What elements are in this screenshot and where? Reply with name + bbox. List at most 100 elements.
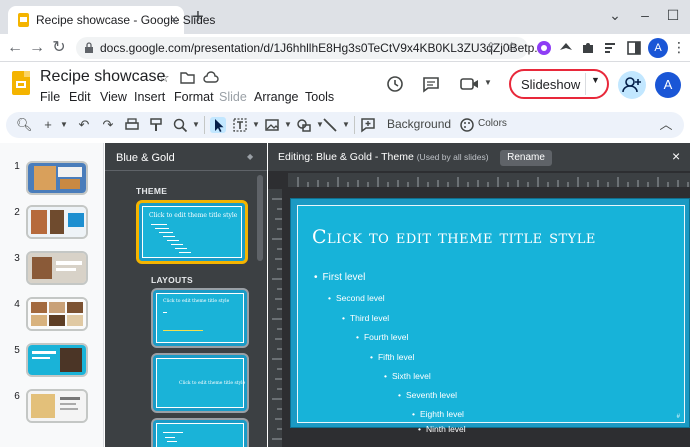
- share-page-icon[interactable]: ⇪: [486, 40, 496, 54]
- zoom-caret-icon[interactable]: ▼: [188, 117, 204, 133]
- toolbar-divider: [204, 116, 205, 134]
- chevron-down-icon[interactable]: ⌄: [600, 0, 630, 30]
- menu-slide[interactable]: Slide: [219, 90, 247, 104]
- extensions-puzzle-icon[interactable]: [580, 40, 596, 56]
- slide-thumbnail[interactable]: [26, 343, 88, 377]
- zoom-icon[interactable]: [172, 117, 188, 133]
- paint-format-icon[interactable]: [148, 117, 164, 133]
- extension-bird-icon[interactable]: [558, 40, 574, 56]
- editing-toolbar: 🔍︎ + ▼ ↶ ↷ ▼ ▼ ▼ ▼ ▼ Background Colors ︿: [6, 112, 684, 138]
- slide-canvas[interactable]: Click to edit theme title style First le…: [290, 198, 690, 428]
- forward-arrow-icon[interactable]: →: [28, 39, 46, 57]
- body-level-8[interactable]: Eighth level: [412, 409, 464, 419]
- close-icon[interactable]: ×: [672, 148, 680, 164]
- move-folder-icon[interactable]: [180, 71, 195, 84]
- collapse-toolbar-icon[interactable]: ︿: [658, 117, 674, 133]
- account-avatar[interactable]: A: [655, 72, 681, 98]
- bookmark-star-icon[interactable]: ☆: [506, 39, 518, 55]
- url-bar[interactable]: docs.google.com/presentation/d/1J6hhllhE…: [76, 37, 544, 59]
- body-level-3[interactable]: Third level: [342, 313, 389, 323]
- media-control-icon[interactable]: [602, 40, 618, 56]
- body-level-5[interactable]: Fifth level: [370, 352, 414, 362]
- body-level-7[interactable]: Seventh level: [398, 390, 457, 400]
- body-level-2[interactable]: Second level: [328, 293, 385, 303]
- text-box-caret-icon[interactable]: ▼: [248, 117, 264, 133]
- tab-close-icon[interactable]: ×: [166, 11, 182, 27]
- body-level-6[interactable]: Sixth level: [384, 371, 431, 381]
- editor-header: Editing: Blue & Gold - Theme (Used by al…: [268, 143, 690, 171]
- undo-icon[interactable]: ↶: [76, 117, 92, 133]
- reload-icon[interactable]: ↻: [50, 39, 68, 57]
- slide-number: 1: [14, 161, 20, 172]
- add-comment-icon[interactable]: [360, 117, 376, 133]
- menu-tools[interactable]: Tools: [305, 90, 334, 104]
- star-icon[interactable]: ☆: [158, 70, 170, 86]
- slides-logo-icon[interactable]: [12, 71, 30, 95]
- select-cursor-icon[interactable]: [210, 117, 226, 133]
- redo-icon[interactable]: ↷: [100, 117, 116, 133]
- menu-view[interactable]: View: [100, 90, 127, 104]
- layout-thumbnail[interactable]: Click to edit theme title style: [151, 288, 249, 348]
- theme-panel-header[interactable]: Blue & Gold ◆: [105, 143, 267, 171]
- layout-thumbnail[interactable]: [151, 418, 249, 447]
- maximize-icon[interactable]: ☐: [658, 0, 688, 30]
- slide-number-placeholder: #: [676, 414, 680, 420]
- menu-edit[interactable]: Edit: [69, 90, 91, 104]
- menu-arrange[interactable]: Arrange: [254, 90, 298, 104]
- new-slide-caret-icon[interactable]: ▼: [56, 117, 72, 133]
- image-caret-icon[interactable]: ▼: [280, 117, 296, 133]
- cloud-status-icon[interactable]: [203, 71, 219, 83]
- menu-file[interactable]: File: [40, 90, 60, 104]
- layout-thumbnail[interactable]: Click to edit theme title style: [151, 353, 249, 413]
- meet-caret-icon[interactable]: ▼: [484, 78, 492, 87]
- slide-thumbnail[interactable]: [26, 161, 88, 195]
- slide-thumbnail[interactable]: [26, 389, 88, 423]
- minimize-icon[interactable]: –: [630, 0, 660, 30]
- chevron-down-icon[interactable]: ▼: [591, 75, 600, 85]
- line-icon[interactable]: [322, 117, 338, 133]
- side-panel-icon[interactable]: [626, 40, 642, 56]
- slideshow-button[interactable]: Slideshow ▼: [509, 69, 609, 99]
- back-arrow-icon[interactable]: ←: [6, 39, 24, 57]
- insert-image-icon[interactable]: [264, 117, 280, 133]
- slide-filmstrip: 1 2 3 4 5 6: [0, 143, 104, 447]
- browser-menu-icon[interactable]: ⋮: [672, 39, 686, 56]
- new-tab-button[interactable]: +: [188, 7, 208, 27]
- menu-format[interactable]: Format: [174, 90, 214, 104]
- palette-icon[interactable]: [460, 118, 474, 132]
- document-title[interactable]: Recipe showcase: [40, 68, 165, 86]
- url-text: docs.google.com/presentation/d/1J6hhllhE…: [100, 41, 545, 55]
- rename-button[interactable]: Rename: [500, 150, 552, 166]
- shape-icon[interactable]: [296, 117, 312, 133]
- slide-number: 2: [14, 207, 20, 218]
- text-box-icon[interactable]: [232, 117, 248, 133]
- print-icon[interactable]: [124, 117, 140, 133]
- body-level-4[interactable]: Fourth level: [356, 332, 408, 342]
- layout-center-title: Click to edit theme title style: [179, 381, 246, 386]
- theme-master-thumbnail[interactable]: Click to edit theme title style: [136, 200, 248, 264]
- theme-selector-chevron-icon[interactable]: ◆: [247, 152, 253, 161]
- profile-avatar[interactable]: A: [648, 38, 668, 58]
- new-slide-icon[interactable]: +: [40, 117, 56, 133]
- horizontal-ruler[interactable]: [288, 173, 690, 187]
- colors-button[interactable]: Colors: [478, 118, 507, 129]
- meet-camera-icon[interactable]: [460, 76, 482, 92]
- extension-purple-icon[interactable]: [536, 40, 552, 56]
- vertical-ruler[interactable]: [268, 189, 282, 447]
- theme-name: Blue & Gold: [116, 152, 175, 164]
- slide-thumbnail[interactable]: [26, 205, 88, 239]
- search-menus-icon[interactable]: 🔍︎: [16, 117, 33, 133]
- comments-icon[interactable]: [422, 75, 440, 93]
- browser-tab[interactable]: Recipe showcase - Google Slides ×: [8, 6, 215, 34]
- theme-title-placeholder[interactable]: Click to edit theme title style: [312, 226, 596, 248]
- panel-scrollbar[interactable]: [257, 175, 263, 261]
- line-caret-icon[interactable]: ▼: [338, 117, 354, 133]
- background-button[interactable]: Background: [387, 117, 451, 131]
- body-level-9[interactable]: Ninth level: [418, 424, 466, 434]
- share-button[interactable]: [618, 71, 646, 99]
- slide-thumbnail[interactable]: [26, 297, 88, 331]
- slide-thumbnail[interactable]: [26, 251, 88, 285]
- body-level-1[interactable]: First level: [314, 272, 366, 283]
- version-history-icon[interactable]: [386, 75, 404, 93]
- menu-insert[interactable]: Insert: [134, 90, 165, 104]
